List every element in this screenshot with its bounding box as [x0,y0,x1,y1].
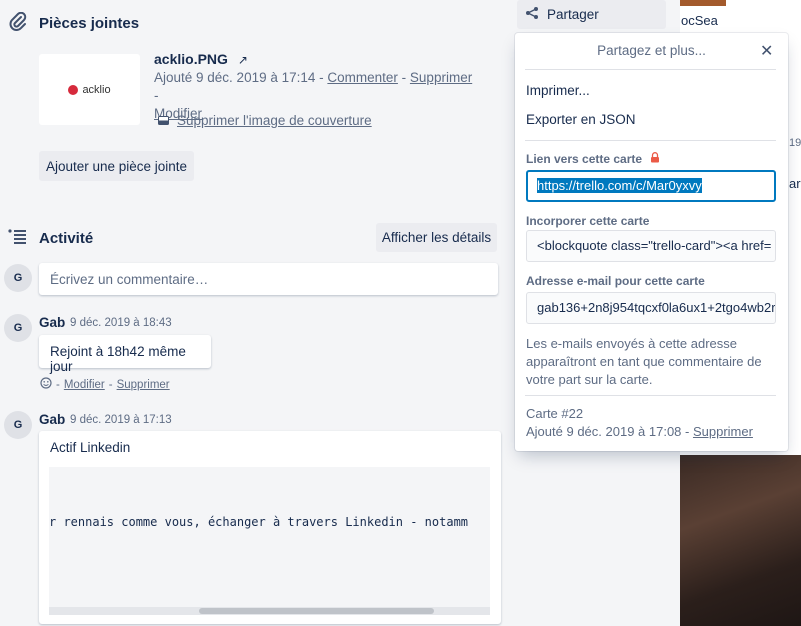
comment-author[interactable]: Gab [39,412,65,427]
popover-title: Partagez et plus... [597,43,706,58]
card-added-text: Ajouté 9 déc. 2019 à 17:08 - [526,424,693,439]
avatar[interactable]: G [4,314,32,342]
comment-text: Actif Linkedin [50,440,131,455]
embed-code-input[interactable]: <blockquote class="trello-card"><a href= [526,230,776,262]
scrollbar-thumb[interactable] [199,608,434,614]
activity-list-icon [8,229,28,250]
background-text-peek: ocSea [681,13,718,28]
remove-cover-row[interactable]: Supprimer l'image de couverture [158,113,372,128]
email-label: Adresse e-mail pour cette carte [526,274,705,288]
card-cover-icon [158,113,169,128]
print-menu-item[interactable]: Imprimer... [526,83,590,98]
embed-label: Incorporer cette carte [526,214,650,228]
attachment-filename[interactable]: acklio.PNG [154,51,228,67]
logo-mark-icon [68,84,79,95]
link-label-text: Lien vers cette carte [526,152,643,166]
emoji-reaction-icon[interactable] [40,377,52,392]
comment-input[interactable]: Écrivez un commentaire… [39,263,498,295]
attachment-name[interactable]: acklio.PNG ↗ [154,51,248,67]
background-number-peek: 19 [789,137,801,149]
share-icon [525,6,539,23]
background-photo [680,455,801,626]
logo-text: acklio [82,83,111,96]
card-info: Carte #22 Ajouté 9 déc. 2019 à 17:08 - S… [526,405,753,441]
background-letters-peek: ar [789,176,801,191]
attachments-title: Pièces jointes [39,15,140,32]
divider [525,69,776,70]
comment-bubble: Rejoint à 18h42 même jour [39,335,211,374]
attachment-thumbnail[interactable]: acklio [39,54,140,125]
card-number: Carte #22 [526,406,584,421]
comment-actions: - Modifier - Supprimer [40,377,170,392]
comment-delete-link[interactable]: Supprimer [117,379,170,391]
link-label: Lien vers cette carte [526,152,660,166]
attachment-comment-link[interactable]: Commenter [327,70,398,85]
email-note: Les e-mails envoyés à cette adresse appa… [526,336,762,387]
card-added-row: Ajouté 9 déc. 2019 à 17:08 - Supprimer [526,423,753,441]
actions-separator: - [56,378,60,391]
activity-title: Activité [39,230,94,247]
comment-edit-link[interactable]: Modifier [64,379,105,391]
avatar[interactable]: G [4,264,32,292]
code-block[interactable]: r rennais comme vous, échanger à travers… [49,467,490,615]
card-delete-link[interactable]: Supprimer [693,424,753,439]
card-link-input[interactable]: https://trello.com/c/Mar0yxvy [526,170,776,202]
show-details-button[interactable]: Afficher les détails [376,223,497,252]
comment-author[interactable]: Gab [39,315,65,330]
remove-cover-link[interactable]: Supprimer l'image de couverture [177,113,372,128]
paperclip-icon [9,11,27,37]
actions-separator: - [108,378,113,391]
attachment-delete-link[interactable]: Supprimer [410,70,472,85]
attachment-separator: - [154,88,159,103]
card-link-value: https://trello.com/c/Mar0yxvy [537,178,702,193]
acklio-logo: acklio [68,83,111,96]
divider [525,140,776,141]
lock-icon [650,152,660,166]
card-email-input[interactable]: gab136+2n8j954tqcxf0la6ux1+2tgo4wb2r [526,292,776,324]
close-icon[interactable]: ✕ [760,41,773,61]
add-attachment-button[interactable]: Ajouter une pièce jointe [39,151,194,181]
divider [525,395,776,396]
comment-timestamp[interactable]: 9 déc. 2019 à 18:43 [70,317,172,329]
external-link-icon[interactable]: ↗ [238,53,248,67]
horizontal-scrollbar[interactable] [49,607,490,615]
share-button-label: Partager [547,7,599,22]
share-popover: Partagez et plus... ✕ Imprimer... Export… [515,33,788,451]
export-json-menu-item[interactable]: Exporter en JSON [526,112,636,127]
attachment-separator: - [397,70,410,85]
attachment-added-text: Ajouté 9 déc. 2019 à 17:14 - [154,70,328,85]
label-peek [680,0,726,6]
code-line: r rennais comme vous, échanger à travers… [49,515,469,529]
share-button[interactable]: Partager [517,0,666,29]
avatar[interactable]: G [4,411,32,439]
comment-timestamp[interactable]: 9 déc. 2019 à 17:13 [70,414,172,426]
